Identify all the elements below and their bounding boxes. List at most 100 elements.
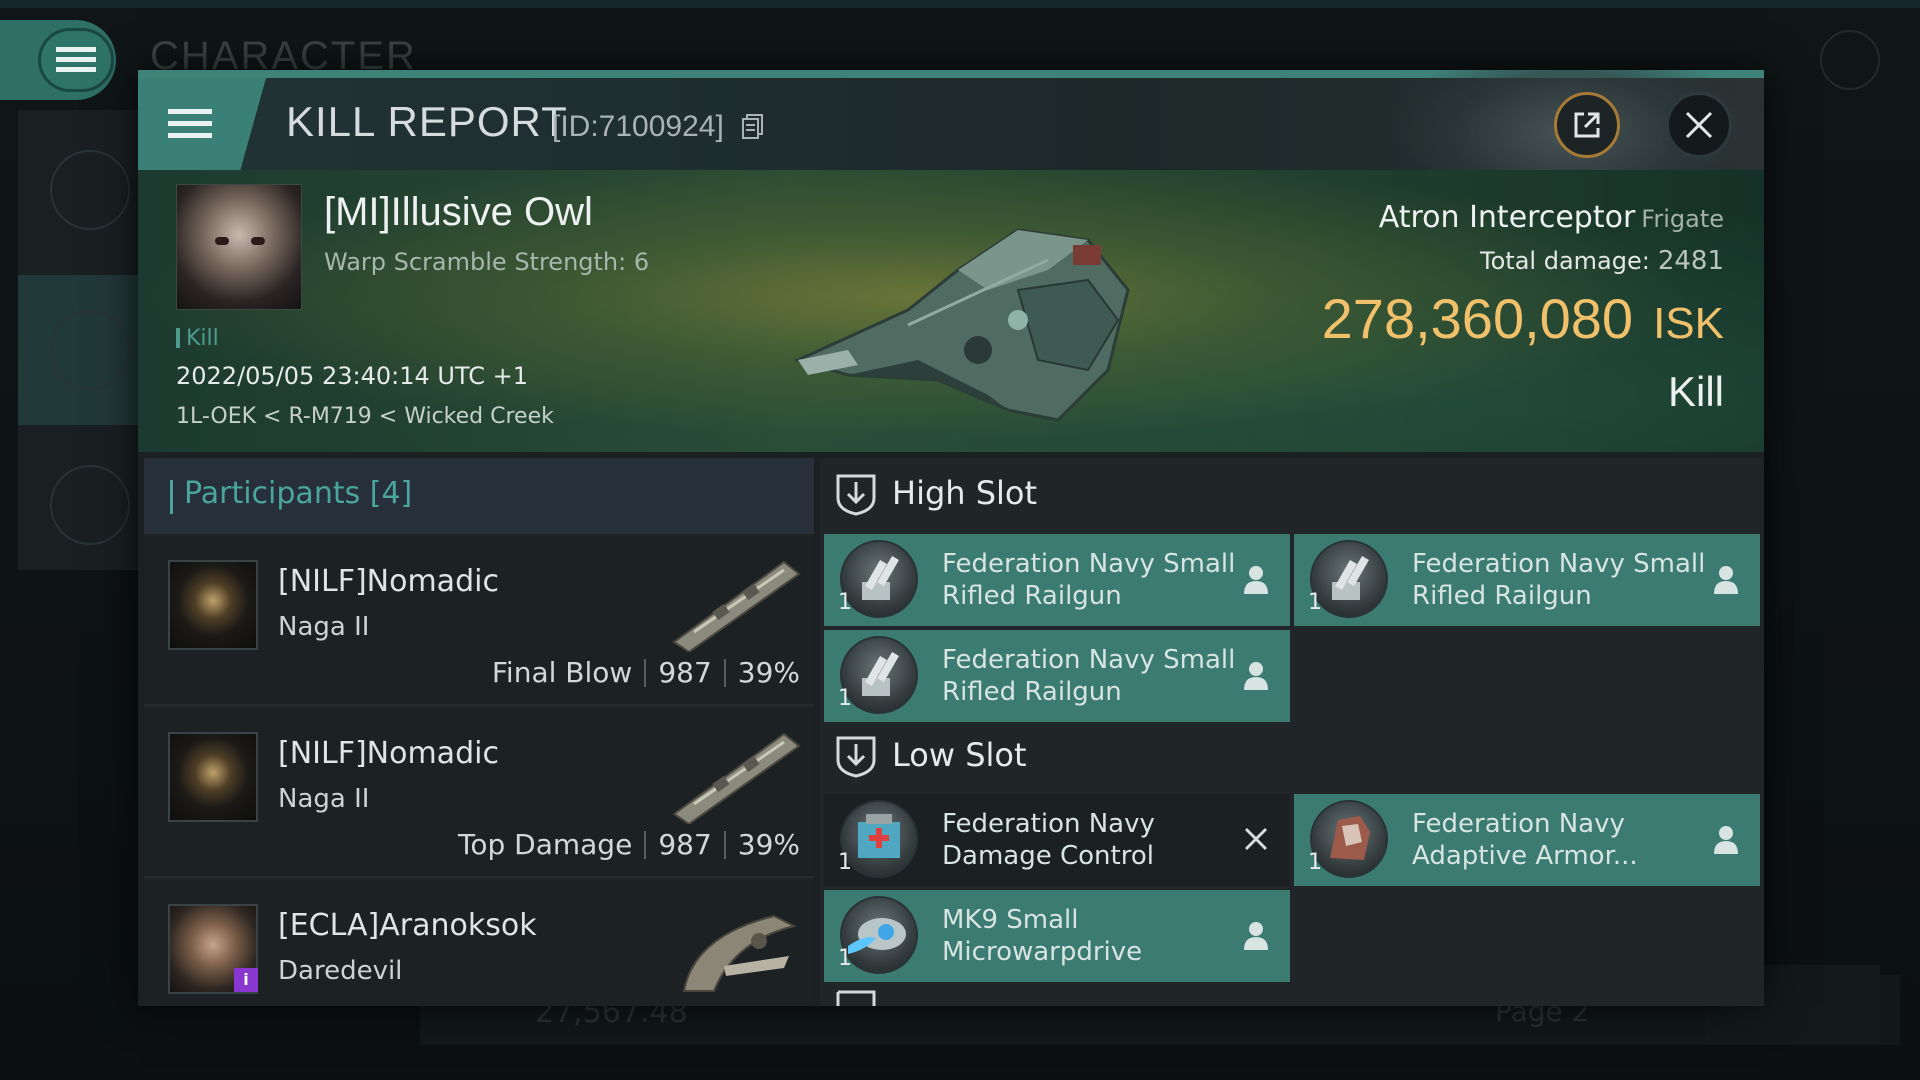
dialog-title: KILL REPORT: [286, 98, 568, 145]
participants-header-bar: [170, 480, 173, 514]
participant-ship: Naga II: [278, 612, 370, 642]
participant-damage: 987: [658, 828, 712, 861]
kill-tag-bar: [176, 328, 180, 348]
kill-location[interactable]: 1L-OEK < R-M719 < Wicked Creek: [176, 404, 554, 429]
victim-banner: [MI]Illusive Owl Warp Scramble Strength:…: [138, 170, 1764, 452]
participant-name: [ECLA]Aranoksok: [278, 908, 537, 943]
share-icon: [1574, 112, 1600, 138]
participant-role: Top Damage: [458, 828, 633, 861]
participant-role: Final Blow: [491, 656, 633, 689]
stats-separator: [723, 831, 726, 859]
portrait-eye-right: [251, 237, 265, 245]
high-slot-title: High Slot: [892, 474, 1038, 512]
background-star-icon[interactable]: [50, 465, 130, 545]
participant-percent: 39%: [737, 828, 800, 861]
menu-button[interactable]: [138, 78, 266, 170]
module-quantity: 1: [838, 590, 852, 615]
stats-separator: [644, 831, 647, 859]
victim-ship[interactable]: Atron Interceptor Frigate: [1379, 200, 1724, 235]
module-item[interactable]: 1 Federation Navy Adaptive Armor...: [1294, 794, 1760, 886]
shield-icon: [836, 736, 876, 778]
participant-stats: Top Damage 987 39%: [458, 828, 800, 861]
portrait-eye-left: [215, 237, 229, 245]
close-button[interactable]: [1666, 92, 1732, 158]
low-slot-header: Low Slot: [820, 720, 1764, 792]
shield-icon: [836, 990, 876, 1006]
participant-ship: Naga II: [278, 784, 370, 814]
module-quantity: 1: [838, 686, 852, 711]
module-name: Federation Navy Damage Control: [942, 809, 1155, 871]
stats-separator: [644, 659, 647, 687]
person-icon: [1244, 662, 1268, 690]
module-item[interactable]: 1 Federation Navy Damage Control: [824, 794, 1290, 886]
participant-name: [NILF]Nomadic: [278, 736, 499, 771]
low-slot-title: Low Slot: [892, 736, 1027, 774]
participant-percent: 39%: [737, 656, 800, 689]
module-item[interactable]: 1 Federation Navy Small Rifled Railgun: [1294, 534, 1760, 626]
menu-icon: [168, 109, 212, 138]
module-quantity: 1: [838, 850, 852, 875]
victim-ship-class: Frigate: [1641, 205, 1724, 233]
background-sidebar: [18, 110, 138, 570]
mid-slot-header-partial: [820, 984, 1764, 1006]
x-icon: [1244, 827, 1268, 851]
module-quantity: 1: [1308, 590, 1322, 615]
module-name: Federation Navy Adaptive Armor...: [1412, 809, 1638, 871]
victim-ship-name: Atron Interceptor: [1378, 200, 1636, 235]
participants-panel: Participants [4] [NILF]Nomadic Naga II F…: [144, 458, 814, 1006]
kill-result: Kill: [1667, 368, 1724, 415]
participant-avatar[interactable]: i: [168, 904, 258, 994]
kill-id: [ID:7100924]: [552, 110, 724, 143]
person-icon: [1244, 922, 1268, 950]
participant-avatar[interactable]: [168, 560, 258, 650]
kill-tag-label: Kill: [186, 326, 219, 351]
close-icon: [1685, 111, 1713, 139]
dialog-header: KILL REPORT [ID:7100924]: [138, 70, 1764, 198]
ship-image[interactable]: [788, 200, 1148, 430]
module-item[interactable]: 1 MK9 Small Microwarpdrive: [824, 890, 1290, 982]
kill-datetime: 2022/05/05 23:40:14 UTC +1: [176, 362, 528, 390]
isk-amount: 278,360,080: [1321, 287, 1634, 350]
copy-icon[interactable]: [742, 114, 764, 140]
background-menu-button[interactable]: [0, 20, 116, 100]
high-slot-header: High Slot: [820, 458, 1764, 530]
isk-value: 278,360,080 ISK: [1322, 286, 1724, 351]
victim-name[interactable]: [MI]Illusive Owl: [324, 190, 593, 235]
missile-launcher-icon[interactable]: [664, 724, 804, 824]
fitting-panel: High Slot 1 Federation Navy Small Rifled…: [820, 458, 1764, 1006]
kill-tag: Kill: [176, 326, 219, 351]
module-item[interactable]: 1 Federation Navy Small Rifled Railgun: [824, 534, 1290, 626]
background-top-line: [0, 0, 1920, 8]
participant-row[interactable]: i [ECLA]Aranoksok Daredevil: [144, 880, 814, 1006]
module-name: Federation Navy Small Rifled Railgun: [942, 645, 1236, 707]
total-damage: Total damage: 2481: [1480, 246, 1724, 276]
info-badge: i: [234, 968, 258, 992]
background-swords-icon[interactable]: [50, 310, 130, 390]
participants-title: Participants [4]: [184, 476, 413, 511]
participant-avatar[interactable]: [168, 732, 258, 822]
background-list-icon[interactable]: [50, 150, 130, 230]
module-name: MK9 Small Microwarpdrive: [942, 905, 1143, 967]
blaster-icon[interactable]: [664, 896, 804, 996]
victim-warp-scramble: Warp Scramble Strength: 6: [324, 248, 650, 276]
person-icon: [1714, 826, 1738, 854]
background-close-icon[interactable]: [1820, 30, 1880, 90]
participant-damage: 987: [658, 656, 712, 689]
module-item[interactable]: 1 Federation Navy Small Rifled Railgun: [824, 630, 1290, 722]
participants-header[interactable]: Participants [4]: [144, 458, 814, 534]
participant-row[interactable]: [NILF]Nomadic Naga II Final Blow 987 39%: [144, 536, 814, 706]
kill-report-dialog: KILL REPORT [ID:7100924] [MI]Illusive Ow…: [138, 70, 1764, 1006]
participant-stats: Final Blow 987 39%: [492, 656, 800, 689]
background-menu-icon: [38, 28, 114, 92]
module-name: Federation Navy Small Rifled Railgun: [1412, 549, 1706, 611]
share-button[interactable]: [1554, 92, 1620, 158]
victim-portrait[interactable]: [176, 184, 302, 310]
isk-unit: ISK: [1653, 299, 1724, 348]
participant-row[interactable]: [NILF]Nomadic Naga II Top Damage 987 39%: [144, 708, 814, 878]
module-quantity: 1: [838, 946, 852, 971]
participant-name: [NILF]Nomadic: [278, 564, 499, 599]
person-icon: [1244, 566, 1268, 594]
participant-ship: Daredevil: [278, 956, 403, 986]
module-quantity: 1: [1308, 850, 1322, 875]
missile-launcher-icon[interactable]: [664, 552, 804, 652]
